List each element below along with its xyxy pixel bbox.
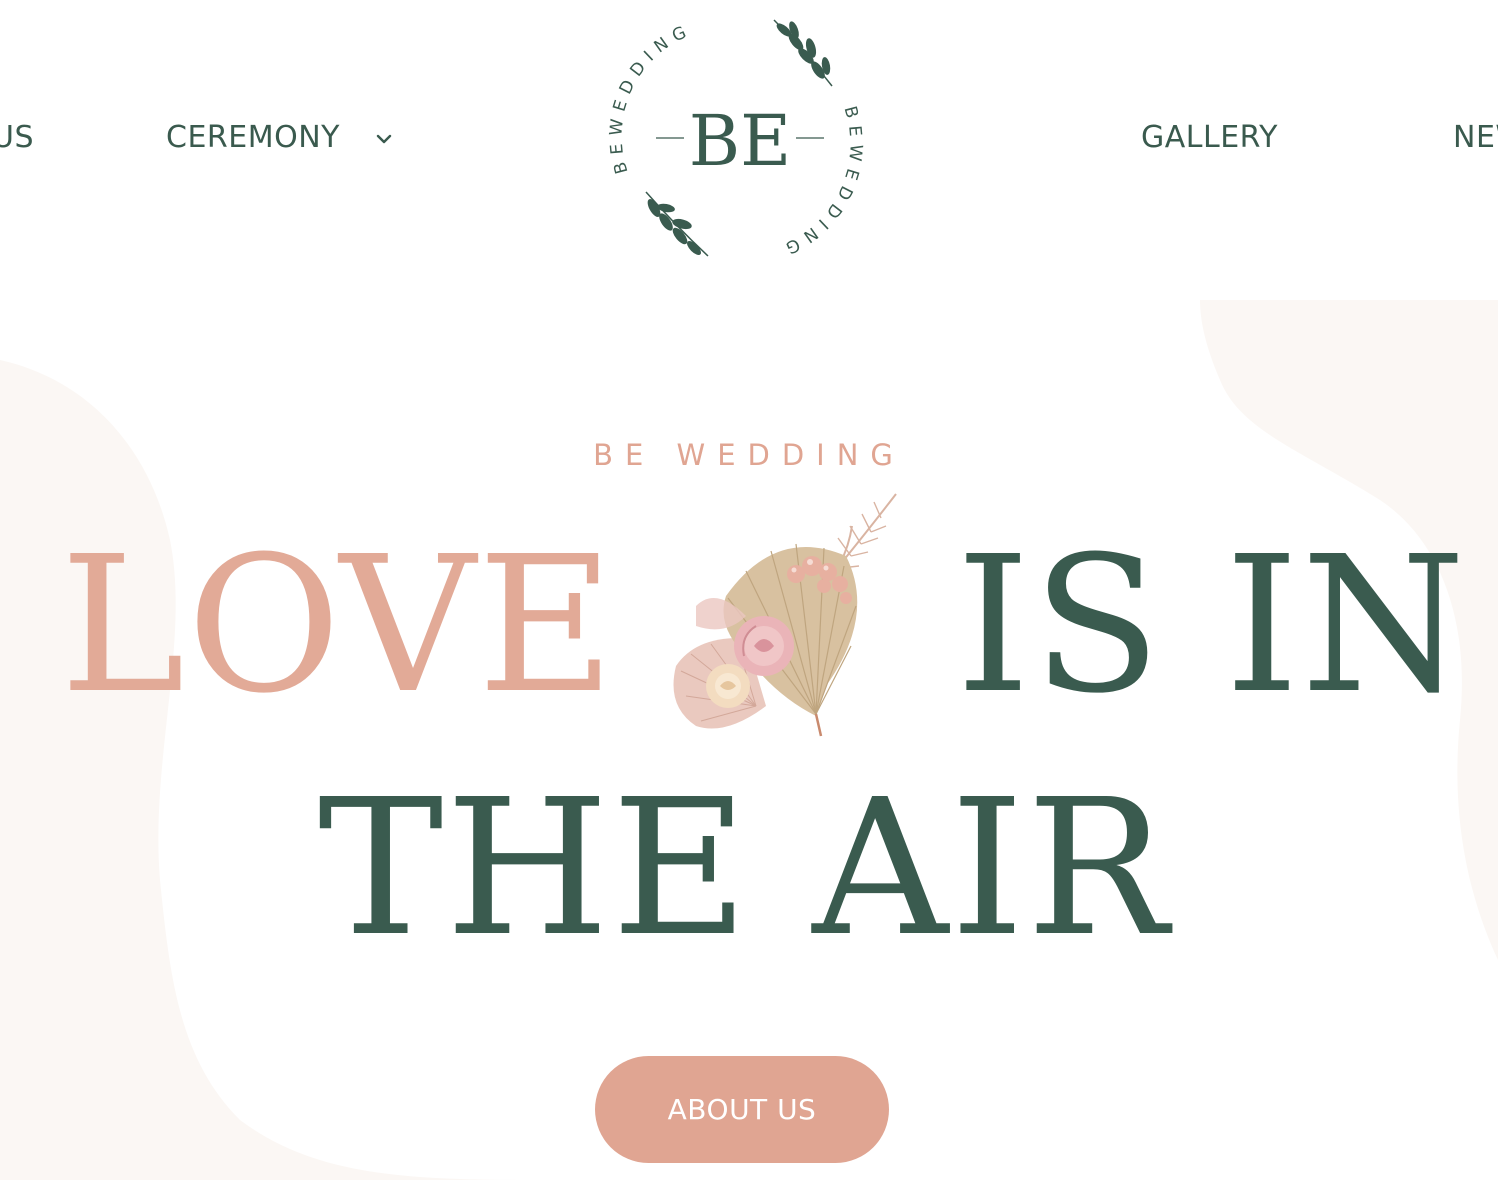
nav-item-label: CEREMONY: [166, 120, 340, 155]
hero-headline-is-in: IS IN: [956, 516, 1468, 735]
nav-item-gallery[interactable]: GALLERY: [1141, 120, 1278, 155]
dried-palm-bouquet-illustration: [673, 493, 897, 737]
hero-headline-the-air: THE AIR: [318, 759, 1170, 978]
nav-item-label: NEW: [1453, 120, 1498, 155]
nav-item-about[interactable]: US: [0, 120, 34, 155]
nav-item-ceremony[interactable]: CEREMONY: [166, 120, 392, 155]
hero-eyebrow: BE WEDDING: [593, 438, 905, 472]
hero-headline-love: LOVE: [60, 516, 617, 735]
logo-monogram: BE: [689, 100, 792, 182]
logo-ring-text-top: BEWEDDING: [606, 20, 696, 176]
bewedding-logo[interactable]: BEWEDDING BEWEDDING BE: [606, 12, 866, 268]
nav-item-news[interactable]: NEW: [1453, 120, 1498, 155]
nav-item-label: GALLERY: [1141, 120, 1278, 155]
leaf-branch-icon: [773, 19, 833, 87]
chevron-down-icon: [376, 134, 392, 143]
nav-item-label: US: [0, 120, 35, 155]
leaf-branch-icon: [645, 191, 709, 257]
about-us-button[interactable]: ABOUT US: [595, 1056, 889, 1163]
